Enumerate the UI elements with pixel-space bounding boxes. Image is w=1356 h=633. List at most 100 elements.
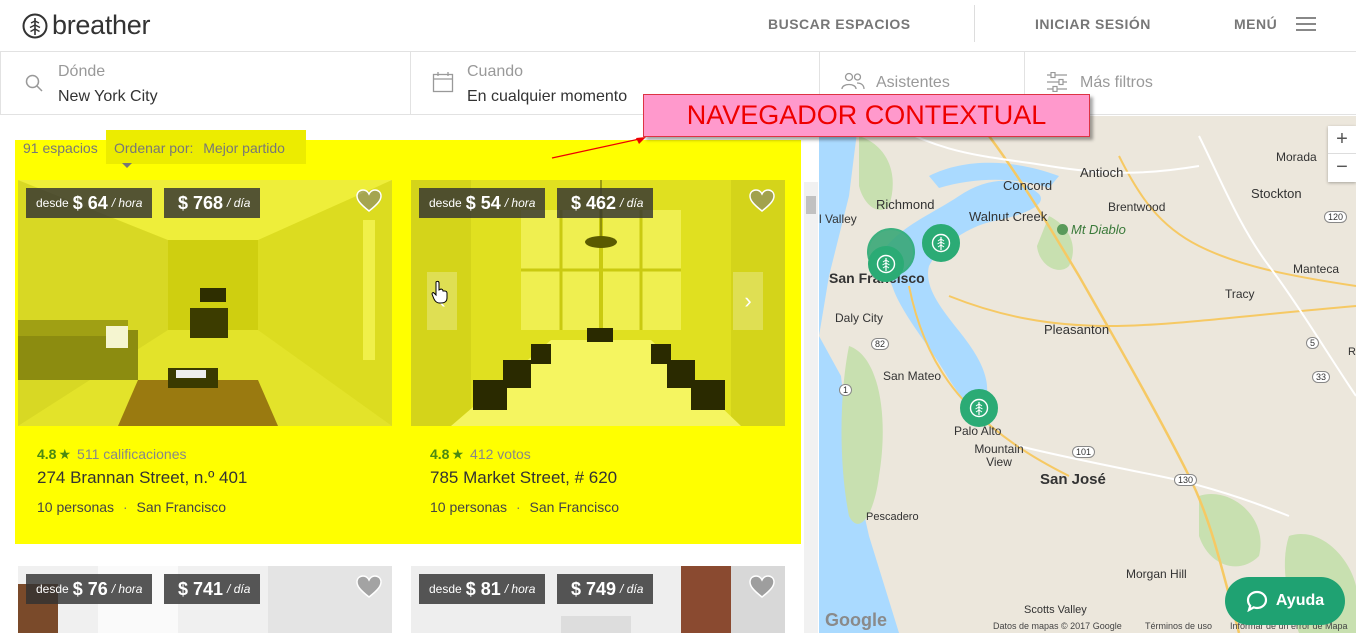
heart-icon[interactable] xyxy=(356,188,382,214)
where-value[interactable]: New York City xyxy=(58,88,158,106)
calendar-icon xyxy=(432,72,454,93)
listing-card[interactable]: desde $ 54 / hora $ 462 / día ‹ › 4.8★ 41… xyxy=(411,180,785,530)
day-unit: / día xyxy=(620,582,644,596)
where-label: Dónde xyxy=(58,63,106,80)
annotation-label: NAVEGADOR CONTEXTUAL xyxy=(643,94,1090,137)
day-unit: / día xyxy=(620,196,644,210)
map-label-san-jose: San José xyxy=(1040,471,1106,488)
daily-price-badge: $ 768 / día xyxy=(164,188,261,218)
hour-price: $ 81 xyxy=(465,578,501,599)
next-photo-button[interactable]: › xyxy=(733,272,763,330)
heart-icon[interactable] xyxy=(356,574,382,600)
review-count: 511 calificaciones xyxy=(77,446,187,462)
zoom-controls: + − xyxy=(1328,126,1356,182)
city: San Francisco xyxy=(529,499,619,515)
results-scrollbar[interactable] xyxy=(804,182,818,633)
listing-card[interactable]: desde $ 81 / hora $ 749 / día xyxy=(411,566,785,633)
map-label-pleasanton: Pleasanton xyxy=(1044,322,1110,337)
road-shield: 82 xyxy=(871,338,890,350)
hour-unit: / hora xyxy=(111,196,143,210)
nav-login[interactable]: INICIAR SESIÓN xyxy=(1035,16,1151,32)
hourly-price-badge: desde $ 76 / hora xyxy=(26,574,153,604)
guests-label: Asistentes xyxy=(876,74,950,91)
day-price: $ 462 xyxy=(571,192,617,213)
results-count: 91 espacios xyxy=(23,140,98,156)
caret-down-icon xyxy=(122,162,132,168)
map-label-scotts-valley: Scotts Valley xyxy=(1024,604,1087,616)
zoom-out-button[interactable]: − xyxy=(1328,154,1356,182)
nav-menu[interactable]: MENÚ xyxy=(1234,16,1277,32)
map-label-morada: Morada xyxy=(1276,150,1317,164)
when-value[interactable]: En cualquier momento xyxy=(467,88,627,106)
sliders-icon xyxy=(1047,72,1067,92)
day-price: $ 741 xyxy=(178,578,224,599)
city: San Francisco xyxy=(136,499,226,515)
mt-diablo-text: Mt Diablo xyxy=(1071,222,1126,237)
star-icon: ★ xyxy=(451,446,465,462)
tree-pin-icon xyxy=(931,233,951,253)
chevron-right-icon: › xyxy=(744,288,752,313)
where-field[interactable]: Dónde New York City xyxy=(0,52,411,114)
map-terms-link[interactable]: Términos de uso xyxy=(1145,621,1212,631)
capacity: 10 personas xyxy=(430,499,508,515)
road-shield: 130 xyxy=(1174,474,1198,486)
heart-icon[interactable] xyxy=(749,574,775,600)
map-label-tracy: Tracy xyxy=(1225,287,1255,301)
brand-logo[interactable]: breather xyxy=(22,10,150,41)
from-label: desde xyxy=(429,582,462,596)
map-label-valley: l Valley xyxy=(819,212,857,226)
brand-name: breather xyxy=(52,10,151,40)
hand-cursor-icon xyxy=(431,280,448,304)
map-label-san-mateo: San Mateo xyxy=(883,369,942,383)
top-header: breather BUSCAR ESPACIOS INICIAR SESIÓN … xyxy=(0,0,1356,52)
listing-details: 10 personas · San Francisco xyxy=(430,499,619,515)
day-unit: / día xyxy=(227,582,251,596)
daily-price-badge: $ 462 / día xyxy=(557,188,654,218)
search-icon xyxy=(25,74,43,92)
hourly-price-badge: desde $ 64 / hora xyxy=(26,188,153,218)
listing-details: 10 personas · San Francisco xyxy=(37,499,226,515)
map-pin[interactable] xyxy=(868,246,904,282)
scrollbar-thumb[interactable] xyxy=(806,196,816,214)
star-icon: ★ xyxy=(58,446,72,462)
map-label-stockton: Stockton xyxy=(1251,186,1302,201)
chat-bubble-icon xyxy=(1246,590,1267,612)
road-shield: 120 xyxy=(1324,211,1348,223)
sort-dropdown[interactable]: Ordenar por: Mejor partido xyxy=(106,130,306,168)
listing-photo[interactable]: desde $ 54 / hora $ 462 / día ‹ › xyxy=(411,180,785,426)
listing-address[interactable]: 274 Brannan Street, n.º 401 xyxy=(37,468,247,488)
map-pin[interactable] xyxy=(922,224,960,262)
listing-card[interactable]: desde $ 76 / hora $ 741 / día xyxy=(18,566,392,633)
road-shield: 1 xyxy=(839,384,853,396)
listing-photo[interactable]: desde $ 76 / hora $ 741 / día xyxy=(18,566,392,633)
map-pin[interactable] xyxy=(960,389,998,427)
separator: · xyxy=(122,499,128,515)
road-shield: 5 xyxy=(1306,337,1320,349)
google-logo: Google xyxy=(825,610,887,630)
hour-unit: / hora xyxy=(111,582,143,596)
map-label-manteca: Manteca xyxy=(1293,262,1340,276)
map-label-daly-city: Daly City xyxy=(835,311,884,325)
nav-search-spaces[interactable]: BUSCAR ESPACIOS xyxy=(768,16,911,32)
listing-card[interactable]: desde $ 64 / hora $ 768 / día 4.8 ★ 511 ca… xyxy=(18,180,392,530)
daily-price-badge: $ 749 / día xyxy=(557,574,654,604)
rating-value: 4.8 xyxy=(37,446,57,462)
zoom-in-button[interactable]: + xyxy=(1328,126,1356,154)
listing-photo[interactable]: desde $ 81 / hora $ 749 / día xyxy=(411,566,785,633)
road-shield: 33 xyxy=(1312,371,1331,383)
heart-icon[interactable] xyxy=(749,188,775,214)
filters-label: Más filtros xyxy=(1080,74,1153,91)
listing-address[interactable]: 785 Market Street, # 620 xyxy=(430,468,617,488)
hamburger-icon[interactable] xyxy=(1296,17,1316,31)
help-button[interactable]: Ayuda xyxy=(1225,577,1345,625)
when-label: Cuando xyxy=(467,63,524,80)
hour-unit: / hora xyxy=(504,196,536,210)
rating-value: 4.8 xyxy=(430,446,450,462)
rating-row: 4.8 ★ 412 votos xyxy=(430,446,531,463)
listing-photo[interactable]: desde $ 64 / hora $ 768 / día xyxy=(18,180,392,426)
daily-price-badge: $ 741 / día xyxy=(164,574,261,604)
map-label-mountain-view: Mountain View xyxy=(974,442,1024,469)
tree-logo-icon xyxy=(22,13,48,38)
day-unit: / día xyxy=(227,196,251,210)
map-view[interactable]: Morada Concord Antioch Stockton Richmond… xyxy=(819,116,1356,633)
